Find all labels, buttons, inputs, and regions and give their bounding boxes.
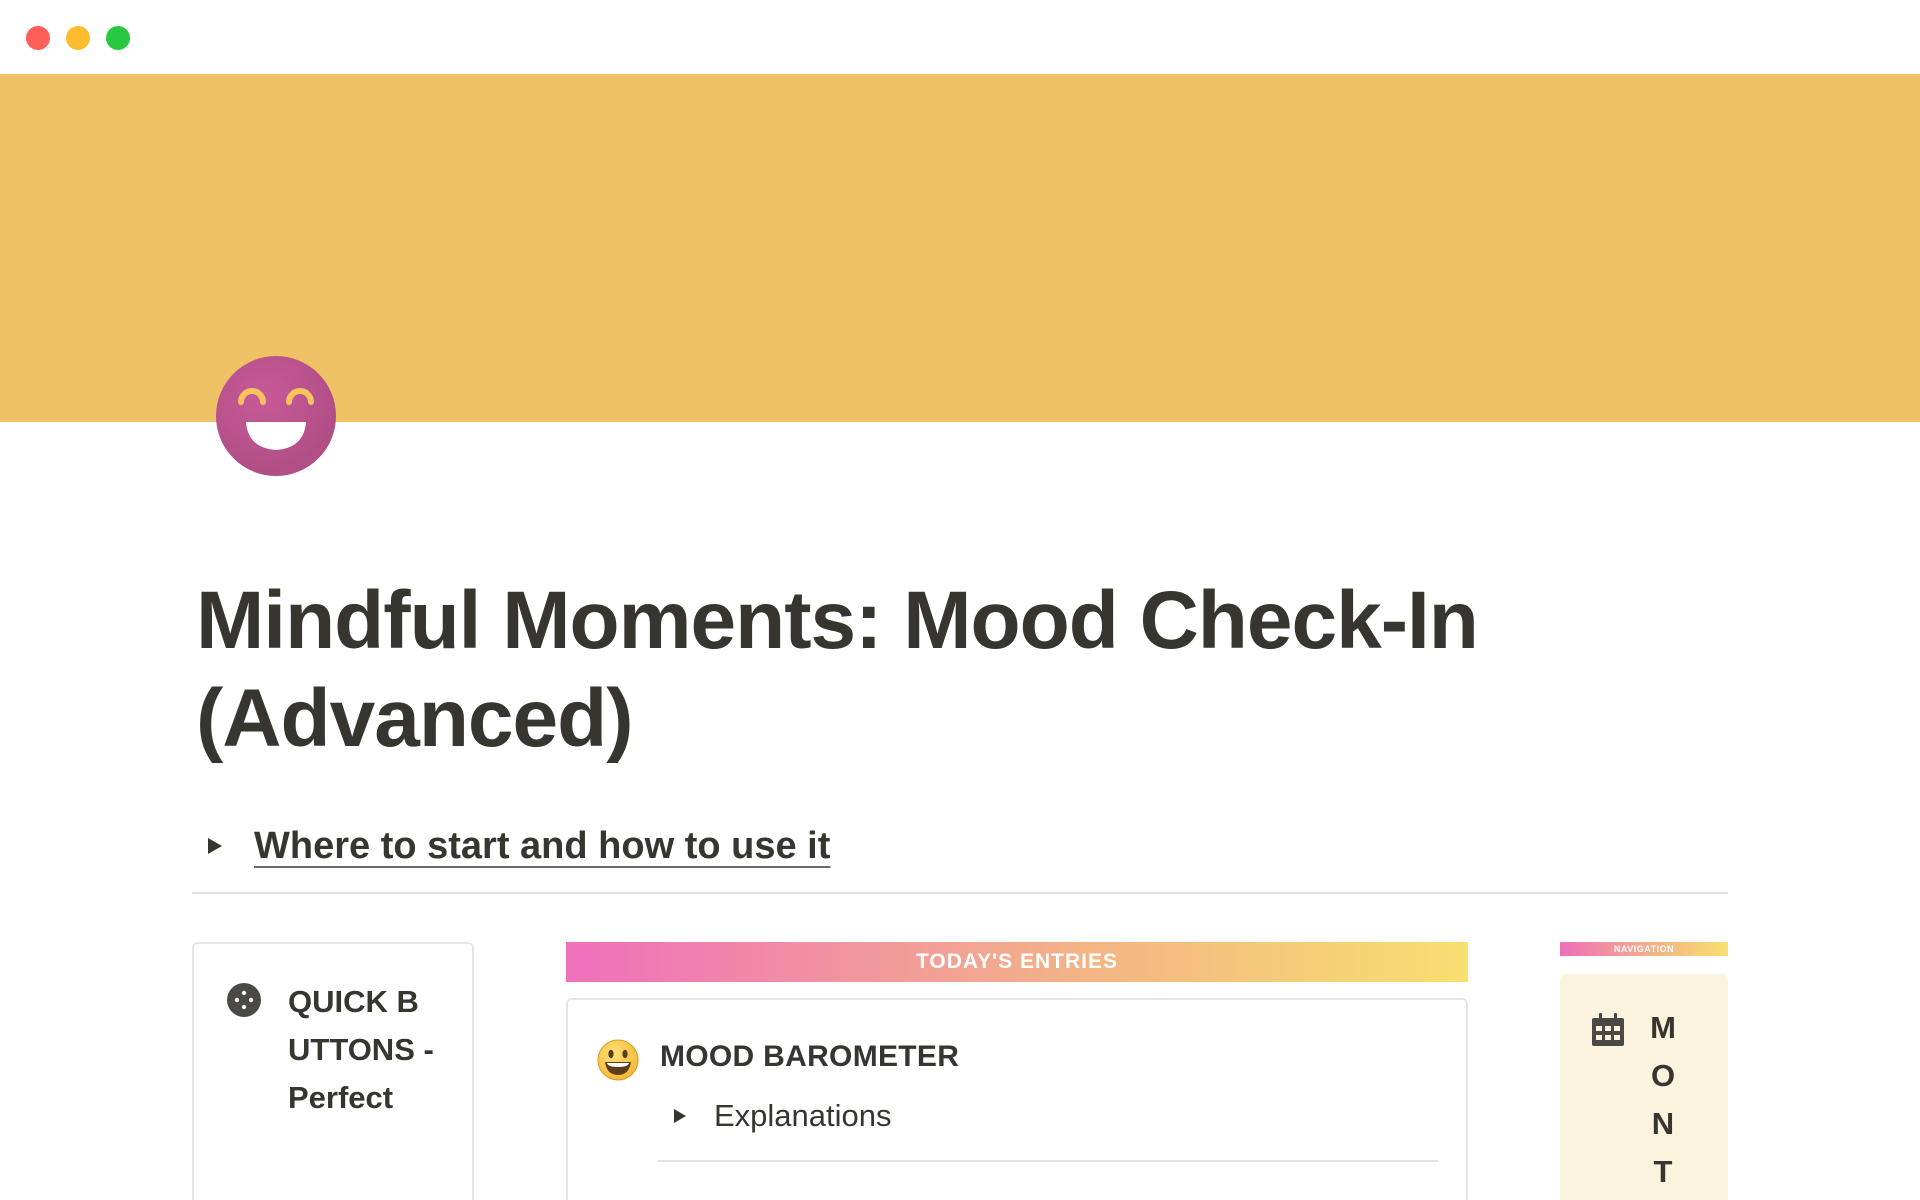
nav-letter: T xyxy=(1653,1154,1673,1189)
triangle-right-icon[interactable] xyxy=(672,1107,688,1125)
where-to-start-toggle[interactable]: Where to start and how to use it xyxy=(206,818,830,874)
navigation-card: M O N T xyxy=(1560,974,1728,1200)
window-titlebar xyxy=(0,0,1920,74)
triangle-right-icon[interactable] xyxy=(206,836,224,856)
where-to-start-link[interactable]: Where to start and how to use it xyxy=(254,825,830,868)
todays-entries-label: TODAY'S ENTRIES xyxy=(915,950,1119,973)
mood-barometer-heading[interactable]: MOOD BAROMETER xyxy=(660,1040,959,1074)
page-title[interactable]: Mindful Moments: Mood Check-In (Advanced… xyxy=(196,572,1736,768)
explanations-label[interactable]: Explanations xyxy=(714,1098,892,1134)
divider xyxy=(658,1160,1438,1162)
navigation-label: NAVIGATION xyxy=(1613,944,1675,954)
calendar-icon xyxy=(1592,1013,1624,1046)
minimize-window-button[interactable] xyxy=(66,26,90,50)
todays-entries-card: MOOD BAROMETER Explanations xyxy=(566,998,1468,1200)
close-window-button[interactable] xyxy=(26,26,50,50)
navigation-header: NAVIGATION xyxy=(1560,942,1728,956)
quick-buttons-card: QUICK BUTTONS - Perfect xyxy=(192,942,474,1200)
explanations-toggle[interactable]: Explanations xyxy=(672,1098,892,1134)
nav-letter: O xyxy=(1650,1058,1676,1093)
navigation-link-month[interactable]: M O N T xyxy=(1648,1004,1678,1196)
todays-entries-header: TODAY'S ENTRIES xyxy=(566,942,1468,982)
nav-letter: N xyxy=(1651,1106,1675,1141)
smiley-emoji-icon xyxy=(597,1039,639,1081)
zoom-window-button[interactable] xyxy=(106,26,130,50)
grinning-face-icon[interactable] xyxy=(216,356,336,476)
divider xyxy=(192,892,1728,894)
nav-letter: M xyxy=(1650,1010,1676,1045)
quick-buttons-heading[interactable]: QUICK BUTTONS - Perfect xyxy=(288,978,436,1122)
cookie-icon xyxy=(227,983,261,1017)
